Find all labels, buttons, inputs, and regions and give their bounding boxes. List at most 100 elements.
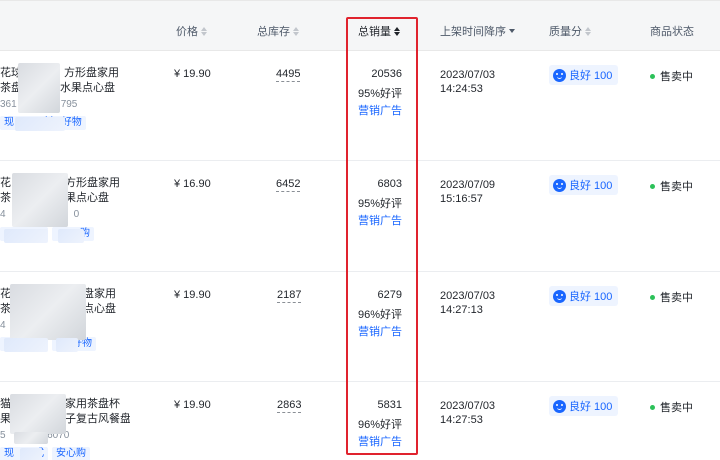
product-name-part: 子复古风餐盘 <box>65 413 130 425</box>
price-cell: ¥ 16.90 <box>174 178 211 190</box>
redacted-area <box>12 173 68 227</box>
quality-score: 良好 100 <box>569 401 613 413</box>
product-id-part: 361 <box>0 99 17 110</box>
status-label: 售卖中 <box>660 402 693 414</box>
column-header-quality[interactable]: 质量分 <box>549 23 592 39</box>
status-dot-icon <box>650 294 655 300</box>
marketing-ad-link[interactable]: 营销广告 <box>358 102 402 118</box>
column-header-sales[interactable]: 总销量 <box>358 23 401 39</box>
column-header-listing-time-label: 上架时间降序 <box>440 26 506 38</box>
sort-active-icon[interactable] <box>394 26 401 36</box>
product-tag-label: 现 <box>4 448 14 459</box>
stock-cell[interactable]: 6452 <box>276 178 301 192</box>
sales-rating: 95%好评 <box>358 198 403 210</box>
table-row: 花球方形盘家用 茶盘水果点心盘 361795 现 抖in好物 ¥ 19.90 4… <box>0 51 720 161</box>
smile-face-icon <box>553 289 566 303</box>
redacted-area <box>20 448 42 460</box>
redacted-area <box>58 229 84 243</box>
product-name-part: 家用茶盘杯 <box>65 398 120 410</box>
listing-date: 2023/07/03 <box>440 69 496 81</box>
status-label: 售卖中 <box>660 181 693 193</box>
quality-score: 良好 100 <box>569 70 613 82</box>
column-header-quality-label: 质量分 <box>549 26 582 38</box>
sort-icon[interactable] <box>201 26 208 36</box>
product-id-part: 4 <box>0 209 6 220</box>
table-row: 花盘家用 茶点心盘 4 好物 ¥ 19.90 2187 6279 96%好评 营… <box>0 272 720 382</box>
column-header-stock-label: 总库存 <box>257 26 290 38</box>
redacted-area <box>18 63 60 113</box>
table-header: 价格 总库存 总销量 上架时间降序 质量分 商品状态 <box>0 0 720 51</box>
product-name-part: 茶 <box>0 192 11 204</box>
column-header-listing-time[interactable]: 上架时间降序 <box>440 23 515 39</box>
product-name-part: 花 <box>0 177 11 189</box>
product-id-part: 0 <box>73 209 80 220</box>
table-row: 猫家用茶盘杯 果子复古风餐盘 596070 现式 安心购 ¥ 19.90 286… <box>0 382 720 460</box>
column-header-price[interactable]: 价格 <box>176 23 208 39</box>
marketing-ad-link[interactable]: 营销广告 <box>358 212 402 228</box>
column-header-status: 商品状态 <box>650 23 694 39</box>
status-dot-icon <box>650 404 655 410</box>
product-name-part: 果点心盘 <box>65 192 109 204</box>
quality-score: 良好 100 <box>569 180 613 192</box>
caret-down-icon[interactable] <box>509 29 515 33</box>
status-badge: 售卖中 <box>650 399 693 415</box>
marketing-ad-link[interactable]: 营销广告 <box>358 323 402 339</box>
listing-date: 2023/07/03 <box>440 400 496 412</box>
quality-badge[interactable]: 良好 100 <box>549 396 618 416</box>
sort-icon[interactable] <box>585 26 592 36</box>
listing-time: 2023/07/03 14:24:53 <box>440 68 495 96</box>
product-id-part: 5 <box>0 430 6 441</box>
product-tag-label: 现 <box>4 117 14 128</box>
stock-cell[interactable]: 2863 <box>277 399 302 413</box>
listing-time: 2023/07/03 14:27:53 <box>440 399 495 427</box>
listing-time: 2023/07/03 14:27:13 <box>440 289 495 317</box>
marketing-ad-link[interactable]: 营销广告 <box>358 433 402 449</box>
price-cell: ¥ 19.90 <box>174 399 211 411</box>
listing-clock: 15:16:57 <box>440 193 483 205</box>
quality-badge[interactable]: 良好 100 <box>549 286 618 306</box>
quality-badge[interactable]: 良好 100 <box>549 175 618 195</box>
product-name-part: 点心盘 <box>83 303 116 315</box>
sales-rating: 95%好评 <box>358 88 403 100</box>
sales-rating: 96%好评 <box>358 419 403 431</box>
smile-face-icon <box>553 68 566 82</box>
stock-cell[interactable]: 2187 <box>277 289 302 303</box>
sort-icon[interactable] <box>293 26 300 36</box>
status-badge: 售卖中 <box>650 289 693 305</box>
sales-count: 6279 <box>377 289 402 301</box>
price-cell: ¥ 19.90 <box>174 68 211 80</box>
sales-count: 6803 <box>377 178 402 190</box>
sales-count: 20536 <box>371 68 402 80</box>
listing-time: 2023/07/09 15:16:57 <box>440 178 495 206</box>
listing-clock: 14:27:53 <box>440 414 483 426</box>
stock-cell[interactable]: 4495 <box>276 68 301 82</box>
redacted-area <box>14 432 48 444</box>
status-label: 售卖中 <box>660 292 693 304</box>
status-dot-icon <box>650 183 655 189</box>
status-label: 售卖中 <box>660 71 693 83</box>
redacted-area <box>10 284 86 340</box>
listing-date: 2023/07/03 <box>440 290 496 302</box>
redacted-area <box>4 229 48 243</box>
product-tag: 安心购 <box>52 447 90 460</box>
redacted-area <box>15 117 65 131</box>
column-header-status-label: 商品状态 <box>650 26 694 38</box>
product-name-part: 盘家用 <box>83 288 116 300</box>
redacted-area <box>10 394 66 434</box>
listing-clock: 14:24:53 <box>440 83 483 95</box>
column-header-sales-label: 总销量 <box>358 26 391 38</box>
product-id: 4 <box>0 320 6 331</box>
product-name-part: 方形盘家用 <box>64 67 119 79</box>
table-row: 花方形盘家用 茶果点心盘 40 购 ¥ 16.90 6452 6803 95%好… <box>0 161 720 272</box>
status-dot-icon <box>650 73 655 79</box>
listing-date: 2023/07/09 <box>440 179 496 191</box>
column-header-price-label: 价格 <box>176 26 198 38</box>
column-header-stock[interactable]: 总库存 <box>257 23 300 39</box>
quality-score: 良好 100 <box>569 291 613 303</box>
product-id-part: 795 <box>60 99 78 110</box>
product-id-part: 4 <box>0 320 6 331</box>
redacted-area <box>56 338 78 352</box>
quality-badge[interactable]: 良好 100 <box>549 65 618 85</box>
status-badge: 售卖中 <box>650 68 693 84</box>
listing-clock: 14:27:13 <box>440 304 483 316</box>
